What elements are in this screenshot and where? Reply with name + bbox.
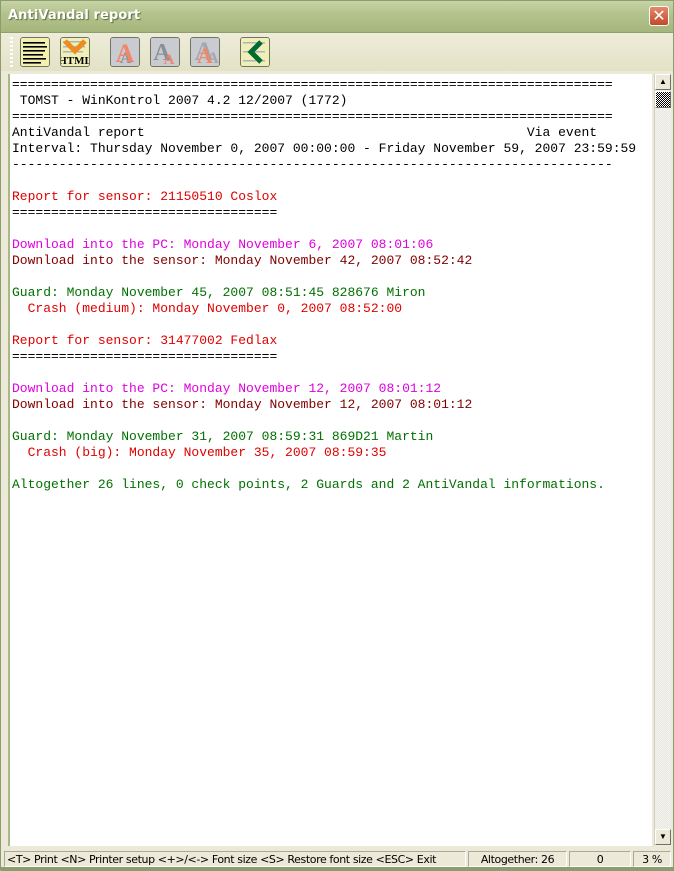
report-line: Download into the PC: Monday November 12… [12, 381, 442, 396]
status-bar: <T> Print <N> Printer setup <+>/<-> Font… [1, 849, 673, 869]
report-line: Report for sensor: 31477002 Fedlax [12, 333, 278, 348]
report-line: Download into the PC: Monday November 6,… [12, 237, 434, 252]
report-line: ----------------------------------------… [12, 157, 613, 172]
close-icon: ✕ [652, 6, 666, 25]
report-text: ================================== ======… [12, 77, 636, 493]
close-button[interactable]: ✕ [649, 6, 669, 26]
report-window: AntiVandal report ✕ HTML A A [0, 0, 674, 871]
font-decrease-icon: A A [151, 38, 179, 66]
svg-text:HTML: HTML [61, 55, 89, 66]
report-line: Crash (medium): Monday November 0, 2007 … [12, 301, 403, 316]
report-line: ========================================… [12, 109, 613, 124]
font-restore-button[interactable]: A A A [190, 37, 220, 67]
font-restore-icon: A A A [191, 38, 219, 66]
svg-text:A: A [197, 43, 213, 66]
svg-text:A: A [164, 52, 175, 66]
report-line [12, 221, 636, 237]
report-line [12, 365, 636, 381]
status-total: Altogether: 26 [468, 851, 567, 867]
detailed-report-button[interactable] [20, 37, 50, 67]
font-larger-button[interactable]: A A [110, 37, 140, 67]
report-line: Guard: Monday November 45, 2007 08:51:45… [12, 285, 426, 300]
html-export-icon: HTML [61, 38, 89, 66]
font-increase-icon: A A [111, 38, 139, 66]
report-line: Crash (big): Monday November 35, 2007 08… [12, 445, 387, 460]
toolbar [1, 33, 673, 71]
report-line [12, 413, 636, 429]
status-current: 0 [569, 851, 631, 867]
report-line [12, 461, 636, 477]
scroll-up-button[interactable]: ▲ [655, 74, 671, 90]
export-html-button[interactable]: HTML [60, 37, 90, 67]
arrow-down-icon: ▼ [659, 832, 667, 841]
back-arrow-icon [241, 38, 269, 66]
report-line: Interval: Thursday November 0, 2007 00:0… [12, 141, 637, 156]
report-line: ========================================… [12, 77, 613, 92]
report-line [12, 269, 636, 285]
report-line: Guard: Monday November 31, 2007 08:59:31… [12, 429, 434, 444]
title-bar[interactable]: AntiVandal report ✕ [1, 1, 673, 33]
report-line: Report for sensor: 21150510 Coslox [12, 189, 278, 204]
svg-text:A: A [116, 39, 135, 66]
report-line [12, 173, 636, 189]
report-line [12, 317, 636, 333]
detailed-report-icon [21, 38, 49, 66]
window-title: AntiVandal report [8, 8, 141, 23]
report-line: Download into the sensor: Monday Novembe… [12, 253, 473, 268]
report-line: ================================== [12, 349, 278, 364]
scroll-thumb[interactable] [655, 91, 671, 108]
back-button[interactable] [240, 37, 270, 67]
report-line: ================================== [12, 205, 278, 220]
status-percent: 3 % [633, 851, 671, 867]
toolbar-grip[interactable] [10, 37, 13, 67]
window-border [1, 867, 674, 871]
arrow-up-icon: ▲ [659, 77, 667, 86]
vertical-scrollbar[interactable]: ▲ ▼ [654, 74, 671, 846]
report-line: TOMST - WinKontrol 2007 4.2 12/2007 (177… [12, 93, 348, 108]
report-line: Download into the sensor: Monday Novembe… [12, 397, 473, 412]
report-line: AntiVandal report Via event [12, 125, 598, 140]
report-line: Altogether 26 lines, 0 check points, 2 G… [12, 477, 605, 492]
report-view[interactable]: ================================== ======… [8, 74, 652, 846]
scroll-down-button[interactable]: ▼ [655, 829, 671, 845]
status-shortcuts: <T> Print <N> Printer setup <+>/<-> Font… [4, 851, 466, 867]
font-smaller-button[interactable]: A A [150, 37, 180, 67]
